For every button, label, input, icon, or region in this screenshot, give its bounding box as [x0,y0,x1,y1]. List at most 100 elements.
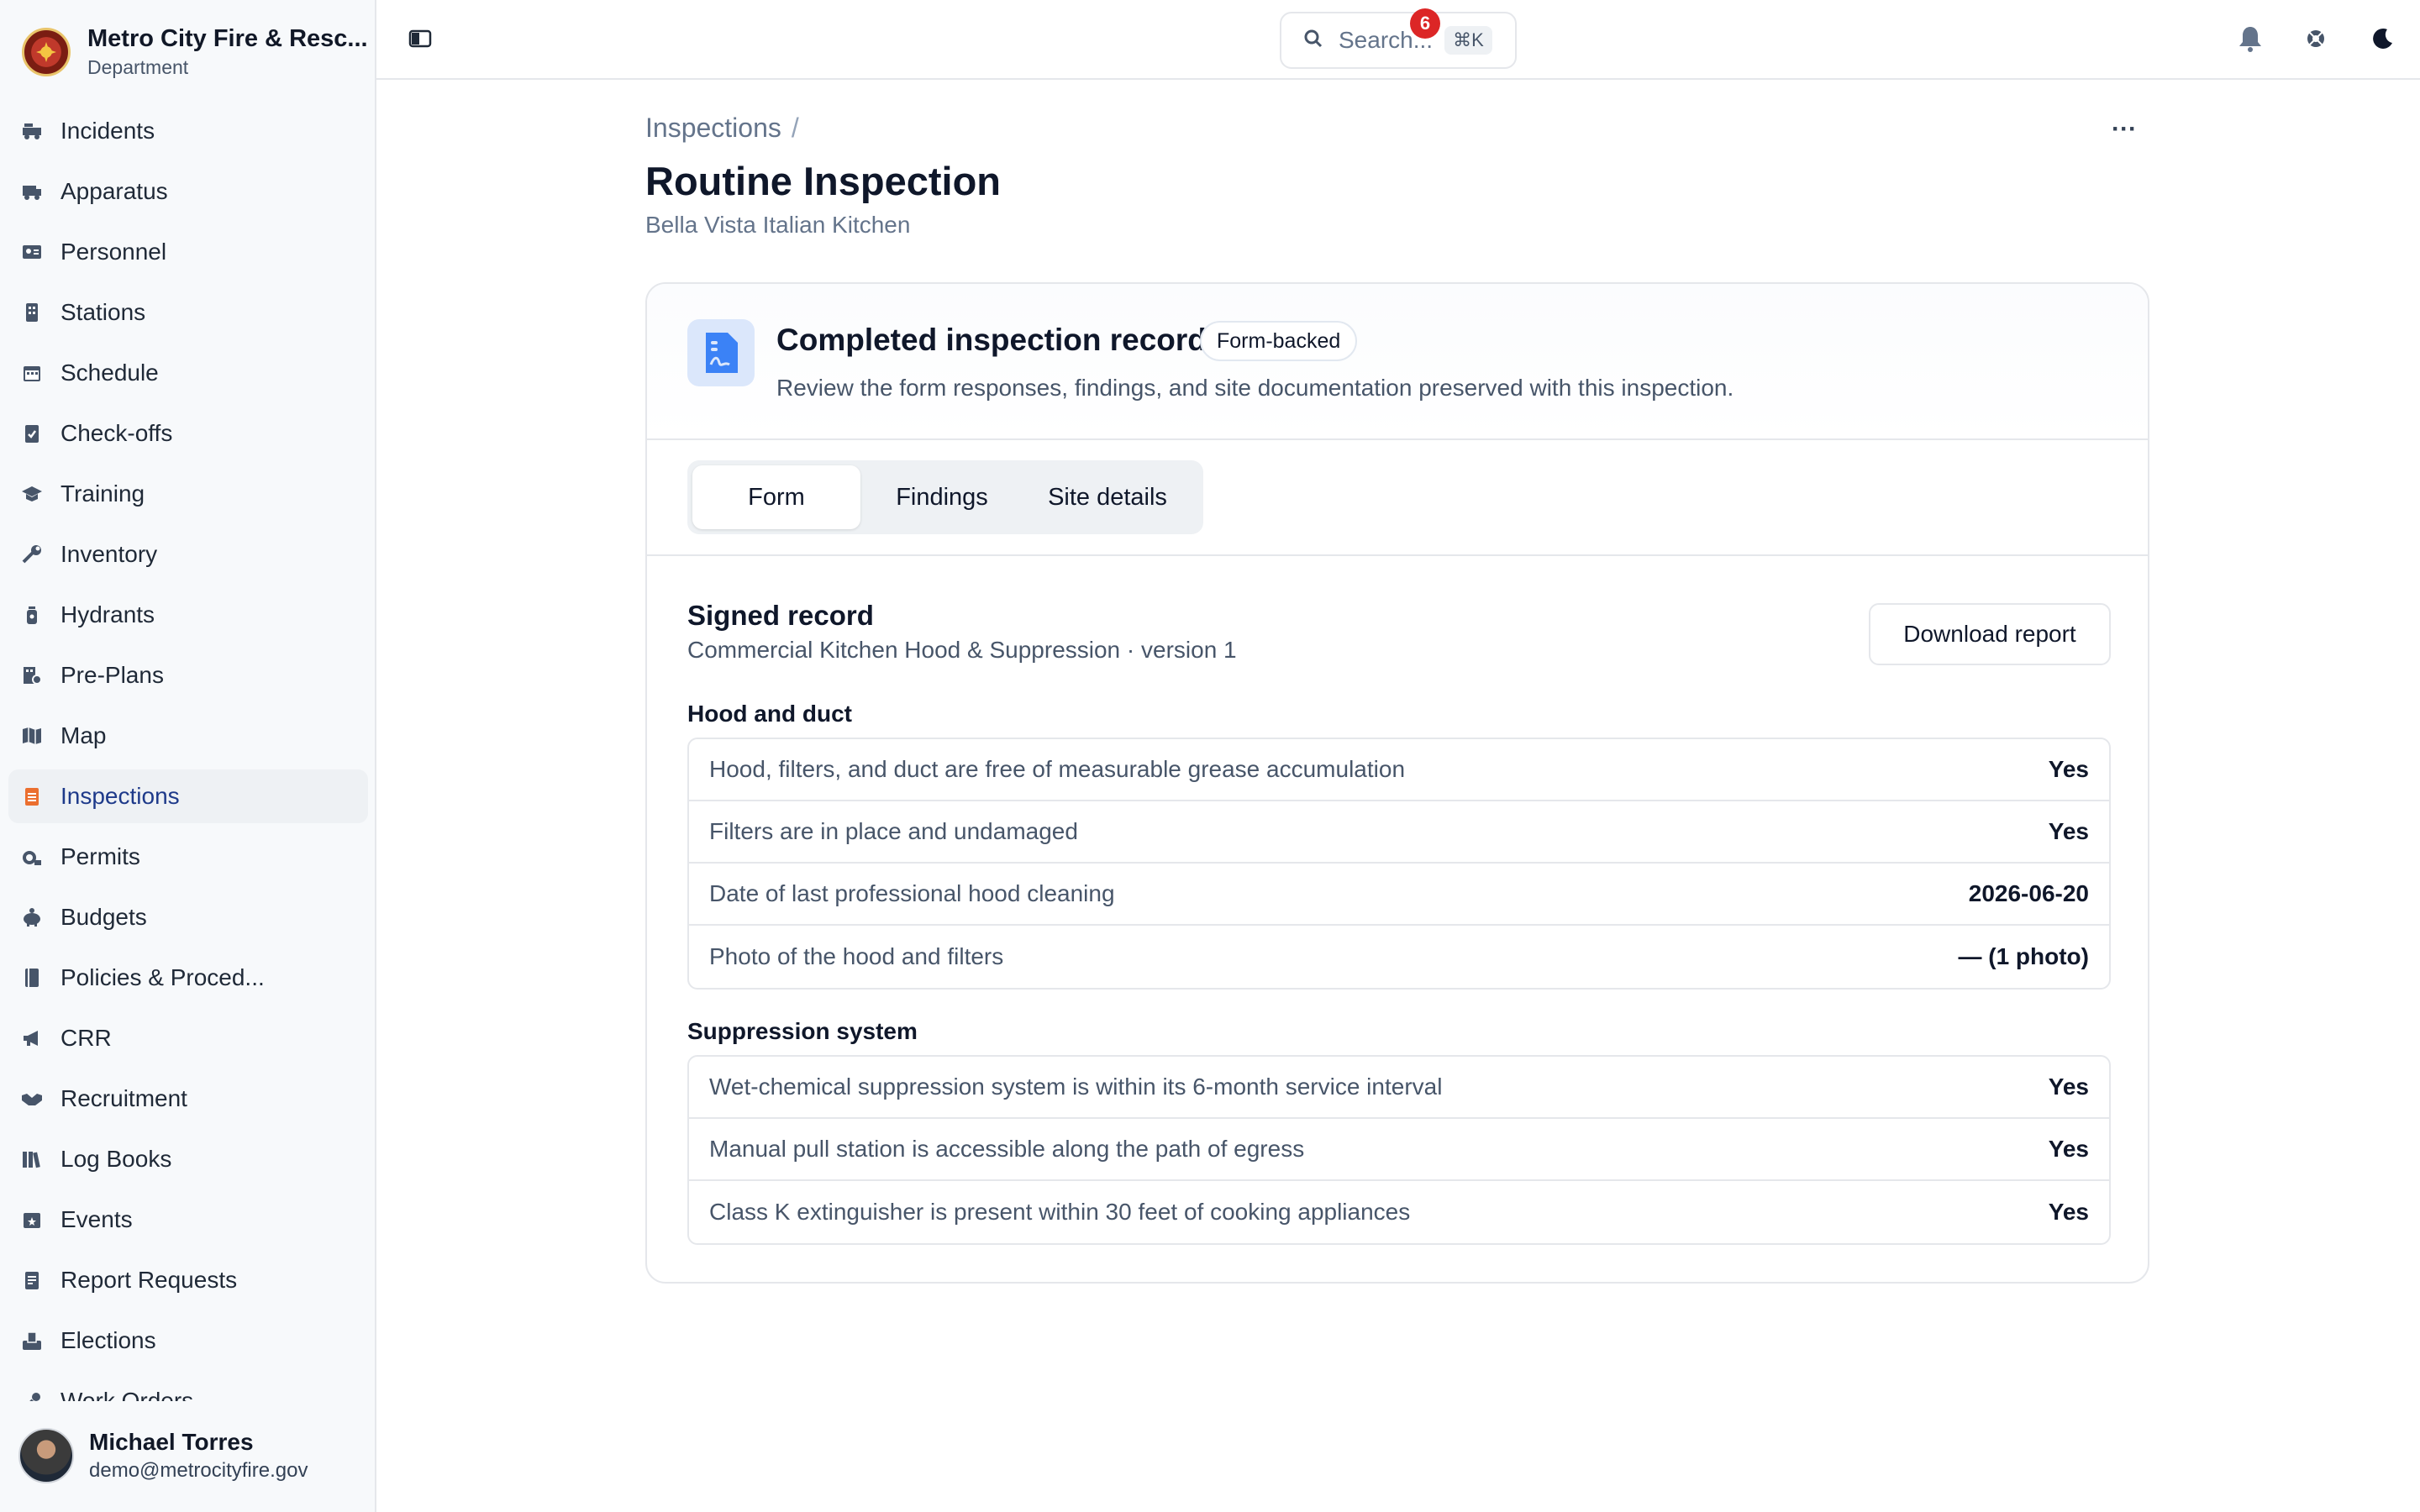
user-email: demo@metrocityfire.gov [89,1459,308,1482]
sidebar-item-report-requests[interactable]: Report Requests [8,1253,368,1307]
answer: Yes [2048,756,2089,782]
sidebar-item-permits[interactable]: Permits [8,830,368,884]
record-title: Signed record [687,600,874,631]
tabs-row: Form Findings Site details [647,440,2148,556]
answer[interactable]: — (1 photo) [1958,943,2089,970]
sidebar-item-label: Schedule [60,360,159,386]
org-header[interactable]: Metro City Fire & Resc... Department [22,25,368,79]
sidebar-item-label: Policies & Proced... [60,964,265,990]
tab-site-details[interactable]: Site details [1023,465,1192,529]
question: Wet-chemical suppression system is withi… [709,1074,1443,1100]
sidebar-item-label: Log Books [60,1146,172,1172]
sidebar-item-label: Permits [60,843,140,869]
sidebar-item-policies[interactable]: Policies & Proced... [8,951,368,1005]
user-profile[interactable]: Michael Torres demo@metrocityfire.gov [18,1428,308,1483]
sidebar-item-schedule[interactable]: Schedule [8,346,368,400]
sidebar-item-crr[interactable]: CRR [8,1011,368,1065]
question: Date of last professional hood cleaning [709,880,1115,906]
books-icon [20,1147,44,1171]
tab-form[interactable]: Form [692,465,860,529]
sidebar-item-label: Elections [60,1327,156,1353]
sidebar-item-hydrants[interactable]: Hydrants [8,588,368,642]
calendar-star-icon [20,1208,44,1231]
page-subtitle: Bella Vista Italian Kitchen [645,212,911,238]
sidebar-item-label: Work Orders [60,1388,194,1401]
answer: Yes [2048,1074,2089,1100]
download-report-button[interactable]: Download report [1869,603,2111,665]
more-options-icon[interactable]: ··· [2107,117,2141,146]
section-title: Hood and duct [687,701,852,727]
table-row: Hood, filters, and duct are free of meas… [689,739,2109,801]
sidebar-nav: Incidents Apparatus Personnel Stations S… [8,104,368,1401]
sidebar: Metro City Fire & Resc... Department Inc… [0,0,376,1512]
search-shortcut: ⌘K [1444,26,1492,55]
sidebar-item-label: Check-offs [60,420,173,446]
answer: Yes [2048,1199,2089,1225]
sidebar-item-apparatus[interactable]: Apparatus [8,165,368,218]
notification-badge: 6 [1410,8,1440,39]
sidebar-item-recruitment[interactable]: Recruitment [8,1072,368,1126]
sidebar-item-stations[interactable]: Stations [8,286,368,339]
sidebar-item-incidents[interactable]: Incidents [8,104,368,158]
tab-list: Form Findings Site details [687,460,1203,534]
breadcrumb: Inspections / [645,113,799,144]
sidebar-item-inspections[interactable]: Inspections [8,769,368,823]
table-row: Photo of the hood and filters — (1 photo) [689,926,2109,988]
graduation-cap-icon [20,482,44,506]
sidebar-item-events[interactable]: Events [8,1193,368,1247]
sidebar-item-label: Map [60,722,107,748]
sidebar-item-label: Budgets [60,904,147,930]
sidebar-item-map[interactable]: Map [8,709,368,763]
moon-icon[interactable] [2368,24,2398,54]
sidebar-item-log-books[interactable]: Log Books [8,1132,368,1186]
sidebar-item-label: Stations [60,299,146,325]
sidebar-toggle-icon[interactable] [408,29,432,50]
table-row: Filters are in place and undamaged Yes [689,801,2109,864]
org-name: Metro City Fire & Resc... [87,25,368,52]
search-input[interactable]: Search... ⌘K [1280,12,1517,69]
tools-icon [20,1389,44,1401]
sidebar-item-training[interactable]: Training [8,467,368,521]
sidebar-item-budgets[interactable]: Budgets [8,890,368,944]
sidebar-item-work-orders[interactable]: Work Orders [8,1374,368,1401]
suppression-system-table: Wet-chemical suppression system is withi… [687,1055,2111,1245]
card-title: Completed inspection record [776,323,1207,357]
table-row: Wet-chemical suppression system is withi… [689,1057,2109,1119]
handshake-icon [20,1087,44,1110]
card-header: Completed inspection record Form-backed … [647,284,2148,440]
sidebar-item-label: Recruitment [60,1085,187,1111]
bell-icon[interactable] [2235,24,2265,54]
sidebar-item-personnel[interactable]: Personnel [8,225,368,279]
card-description: Review the form responses, findings, and… [776,375,1734,401]
fire-truck-icon [20,119,44,143]
sidebar-item-label: Inventory [60,541,158,567]
table-row: Class K extinguisher is present within 3… [689,1181,2109,1243]
book-icon [20,966,44,990]
sidebar-item-pre-plans[interactable]: Pre-Plans [8,648,368,702]
settings-icon[interactable] [2301,24,2331,54]
hood-and-duct-table: Hood, filters, and duct are free of meas… [687,738,2111,990]
sidebar-item-label: Incidents [60,118,155,144]
signed-document-icon [687,319,755,386]
tab-findings[interactable]: Findings [860,465,1023,529]
ballot-box-icon [20,1329,44,1352]
sidebar-item-label: Events [60,1206,133,1232]
search-icon [1303,29,1323,53]
file-icon [20,1268,44,1292]
sidebar-item-inventory[interactable]: Inventory [8,528,368,581]
sidebar-item-label: Pre-Plans [60,662,164,688]
question: Filters are in place and undamaged [709,818,1078,844]
form-backed-badge: Form-backed [1200,321,1358,361]
piggy-bank-icon [20,906,44,929]
answer: Yes [2048,818,2089,844]
sidebar-item-label: CRR [60,1025,112,1051]
sidebar-item-elections[interactable]: Elections [8,1314,368,1368]
calendar-icon [20,361,44,385]
question: Hood, filters, and duct are free of meas… [709,756,1406,782]
department-logo-icon [22,28,71,76]
answer: 2026-06-20 [1968,880,2089,906]
breadcrumb-inspections-link[interactable]: Inspections [645,113,781,143]
sidebar-item-check-offs[interactable]: Check-offs [8,407,368,460]
section-title: Suppression system [687,1018,918,1044]
clipboard-check-icon [20,422,44,445]
